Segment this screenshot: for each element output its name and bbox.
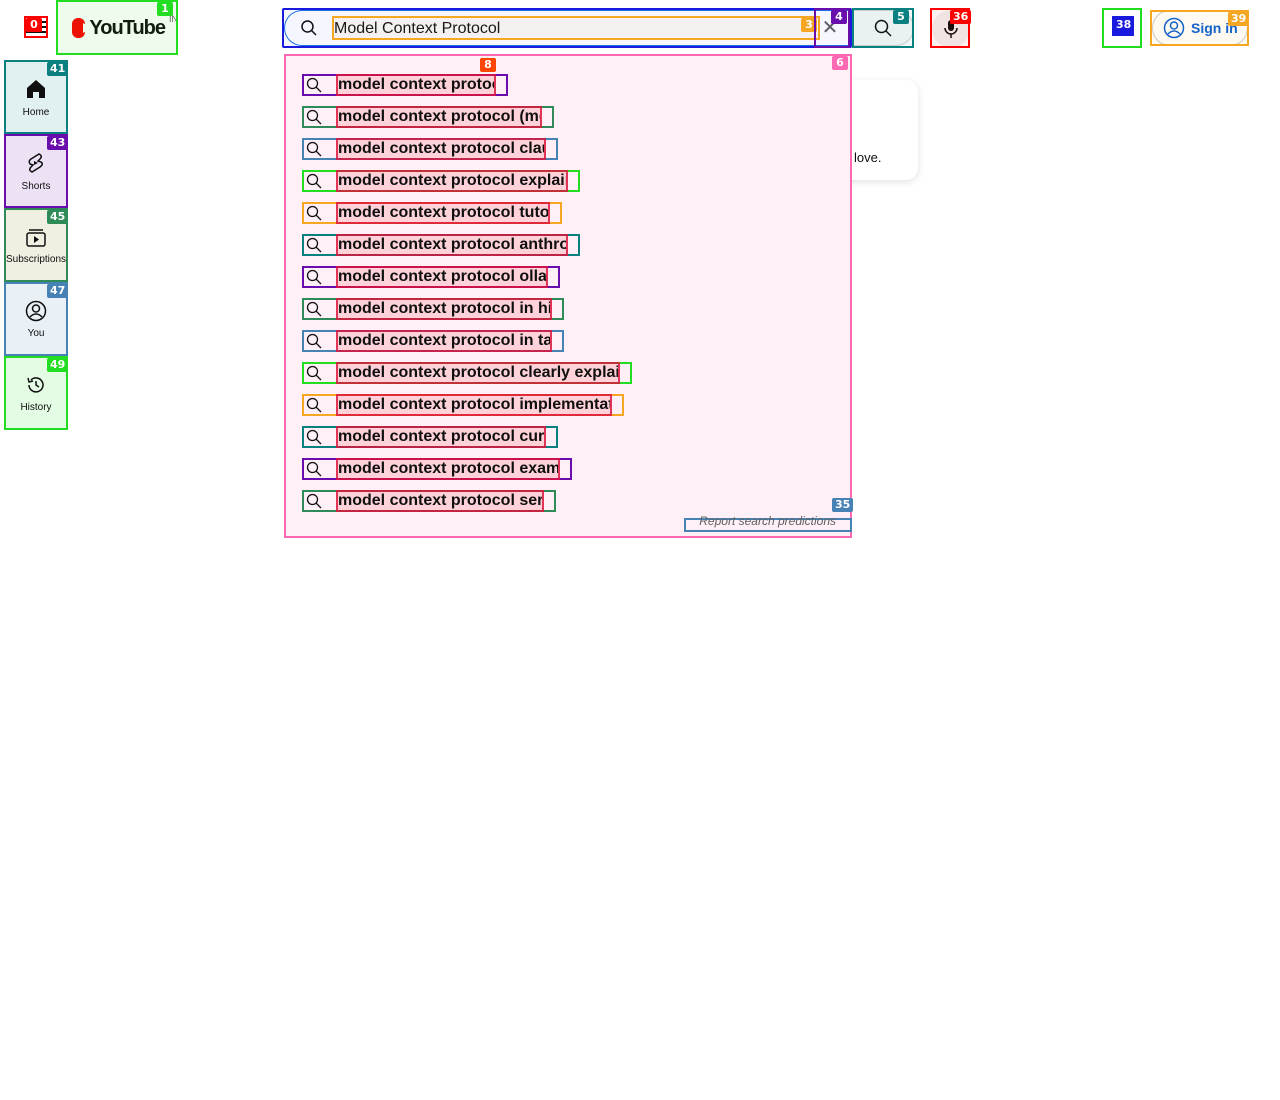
- suggestion-text: model context protocol cursor: [336, 426, 546, 448]
- annotation-tag: 36: [950, 10, 972, 24]
- search-icon: [304, 459, 338, 479]
- suggestion-item[interactable]: model context protocol claude: [302, 138, 558, 160]
- annotation-tag: 6: [832, 56, 848, 70]
- search-icon: [304, 363, 338, 383]
- subscriptions-icon: [26, 228, 46, 247]
- suggestion-text: model context protocol in hindi: [336, 298, 552, 320]
- sidebar-item-label: You: [27, 327, 45, 339]
- suggestion-text: model context protocol claude: [336, 138, 546, 160]
- suggestion-item[interactable]: model context protocol clearly explained: [302, 362, 632, 384]
- suggestion-item[interactable]: model context protocol example: [302, 458, 572, 480]
- suggestion-text: model context protocol server: [336, 490, 544, 512]
- suggestion-text: model context protocol anthropic: [336, 234, 568, 256]
- search-icon: [304, 203, 338, 223]
- search-suggestions-panel: 6 8 model context protocol model context …: [284, 54, 854, 538]
- suggestion-item[interactable]: model context protocol: [302, 74, 508, 96]
- suggestion-item[interactable]: model context protocol server: [302, 490, 556, 512]
- annotation-tag: 39: [1228, 12, 1250, 26]
- annotation-tag: 38: [1113, 18, 1135, 32]
- search-icon: [304, 331, 338, 351]
- sidebar-item-label: Subscriptions: [5, 253, 67, 265]
- suggestion-item[interactable]: model context protocol explained: [302, 170, 580, 192]
- suggestion-item[interactable]: model context protocol (mcp): [302, 106, 554, 128]
- search-icon: [304, 235, 338, 255]
- search-icon: [304, 395, 338, 415]
- sidebar-item-label: History: [20, 401, 52, 413]
- annotation-tag: 41: [47, 62, 69, 76]
- search-icon: [304, 139, 338, 159]
- suggestion-item[interactable]: model context protocol in tamil: [302, 330, 564, 352]
- promo-text: love.: [854, 150, 882, 165]
- suggestion-text: model context protocol ollama: [336, 266, 548, 288]
- annotation-tag: 45: [47, 210, 69, 224]
- history-icon: [27, 376, 44, 393]
- annotation-tag: 43: [47, 136, 69, 150]
- annotation-tag: 1: [157, 2, 173, 16]
- suggestion-item[interactable]: model context protocol in hindi: [302, 298, 564, 320]
- search-icon: [304, 491, 338, 511]
- suggestion-text: model context protocol example: [336, 458, 560, 480]
- shorts-icon: [28, 152, 44, 173]
- suggestion-item[interactable]: model context protocol implementation: [302, 394, 624, 416]
- annotation-tag: 47: [47, 284, 69, 298]
- annotation-tag: 5: [893, 10, 909, 24]
- search-icon: [304, 75, 338, 95]
- suggestion-text: model context protocol: [336, 74, 496, 96]
- suggestion-item[interactable]: model context protocol ollama: [302, 266, 560, 288]
- home-icon: [27, 79, 45, 98]
- search-icon: [304, 107, 338, 127]
- annotation-tag: 8: [480, 58, 496, 72]
- sidebar-item-label: Home: [22, 106, 50, 118]
- suggestion-text: model context protocol tutorial: [336, 202, 550, 224]
- report-search-predictions-link[interactable]: Report search predictions: [699, 514, 836, 528]
- account-icon: [25, 300, 47, 321]
- suggestion-item[interactable]: model context protocol tutorial: [302, 202, 562, 224]
- suggestion-text: model context protocol explained: [336, 170, 568, 192]
- suggestion-text: model context protocol in tamil: [336, 330, 552, 352]
- search-icon: [304, 171, 338, 191]
- annotation-box: [332, 16, 820, 40]
- sidebar-item-label: Shorts: [21, 180, 51, 192]
- search-icon: [304, 427, 338, 447]
- annotation-tag: 49: [47, 358, 69, 372]
- search-icon: [304, 299, 338, 319]
- suggestion-text: model context protocol clearly explained: [336, 362, 620, 384]
- annotation-tag: 0: [26, 18, 42, 32]
- annotation-tag: 4: [831, 10, 847, 24]
- suggestion-item[interactable]: model context protocol cursor: [302, 426, 558, 448]
- search-icon: [304, 267, 338, 287]
- suggestion-text: model context protocol (mcp): [336, 106, 542, 128]
- suggestion-item[interactable]: model context protocol anthropic: [302, 234, 580, 256]
- suggestion-text: model context protocol implementation: [336, 394, 612, 416]
- annotation-tag: 35: [832, 498, 854, 512]
